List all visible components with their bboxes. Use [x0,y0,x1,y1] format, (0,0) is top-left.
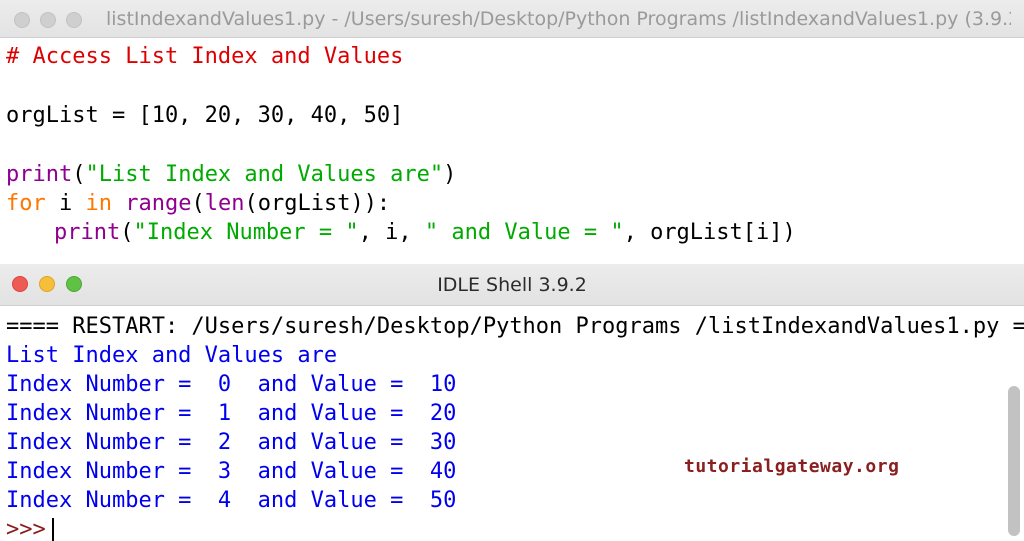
len-builtin: len [204,191,245,216]
minimize-window-button[interactable] [40,12,56,28]
inner-string-2: " and Value = " [424,220,624,245]
window-controls [14,12,82,28]
output-line: Index Number = 4 and Value = 50 [6,488,457,513]
shell-window-title: IDLE Shell 3.9.2 [437,274,587,296]
shell-titlebar[interactable]: IDLE Shell 3.9.2 [0,264,1024,306]
range-builtin: range [125,191,192,216]
watermark: tutorialgateway.org [684,456,900,477]
code-line-print: print("List Index and Values are") [6,160,456,189]
code-line-inner-print: print("Index Number = ", i, " and Value … [54,218,796,247]
restart-line: ==== RESTART: /Users/suresh/Desktop/Pyth… [6,314,1024,339]
print-builtin: print [6,162,73,187]
code-editor[interactable]: # Access List Index and Values orgList =… [0,38,1024,264]
for-variable: i [45,191,86,216]
shell-output[interactable]: ==== RESTART: /Users/suresh/Desktop/Pyth… [0,306,1024,541]
len-args: (orgList)): [244,191,391,216]
close-window-button[interactable] [14,12,30,28]
output-line: Index Number = 0 and Value = 10 [6,372,457,397]
shell-window-controls [12,276,82,292]
inner-string-1: "Index Number = " [133,220,359,245]
close-shell-button[interactable] [12,276,28,292]
inner-open-paren: ( [120,220,134,245]
code-line-for: for i in range(len(orgList)): [6,189,390,218]
inner-tail: , orgList[i]) [623,220,796,245]
for-keyword: for [6,191,46,216]
zoom-shell-button[interactable] [66,276,82,292]
output-line: Index Number = 2 and Value = 30 [6,430,457,455]
shell-scrollbar[interactable] [1008,386,1020,536]
inner-print-builtin: print [54,220,121,245]
print-string: "List Index and Values are" [85,162,444,187]
inner-mid: , i, [358,220,425,245]
print-open-paren: ( [72,162,86,187]
shell-prompt: >>> [6,517,46,541]
code-line-assign: orgList = [10, 20, 30, 40, 50] [6,103,404,128]
output-line: Index Number = 3 and Value = 40 [6,459,457,484]
range-open-paren: ( [191,191,205,216]
output-line: List Index and Values are [6,343,338,368]
text-cursor [51,518,54,541]
editor-window-title: listIndexandValues1.py - /Users/suresh/D… [106,8,1011,30]
zoom-window-button[interactable] [66,12,82,28]
shell-prompt-line[interactable]: >>> [6,515,54,541]
minimize-shell-button[interactable] [39,276,55,292]
print-close-paren: ) [443,162,457,187]
code-line-comment: # Access List Index and Values [6,44,404,69]
in-keyword: in [85,191,113,216]
output-line: Index Number = 1 and Value = 20 [6,401,457,426]
editor-titlebar[interactable]: listIndexandValues1.py - /Users/suresh/D… [0,0,1024,38]
